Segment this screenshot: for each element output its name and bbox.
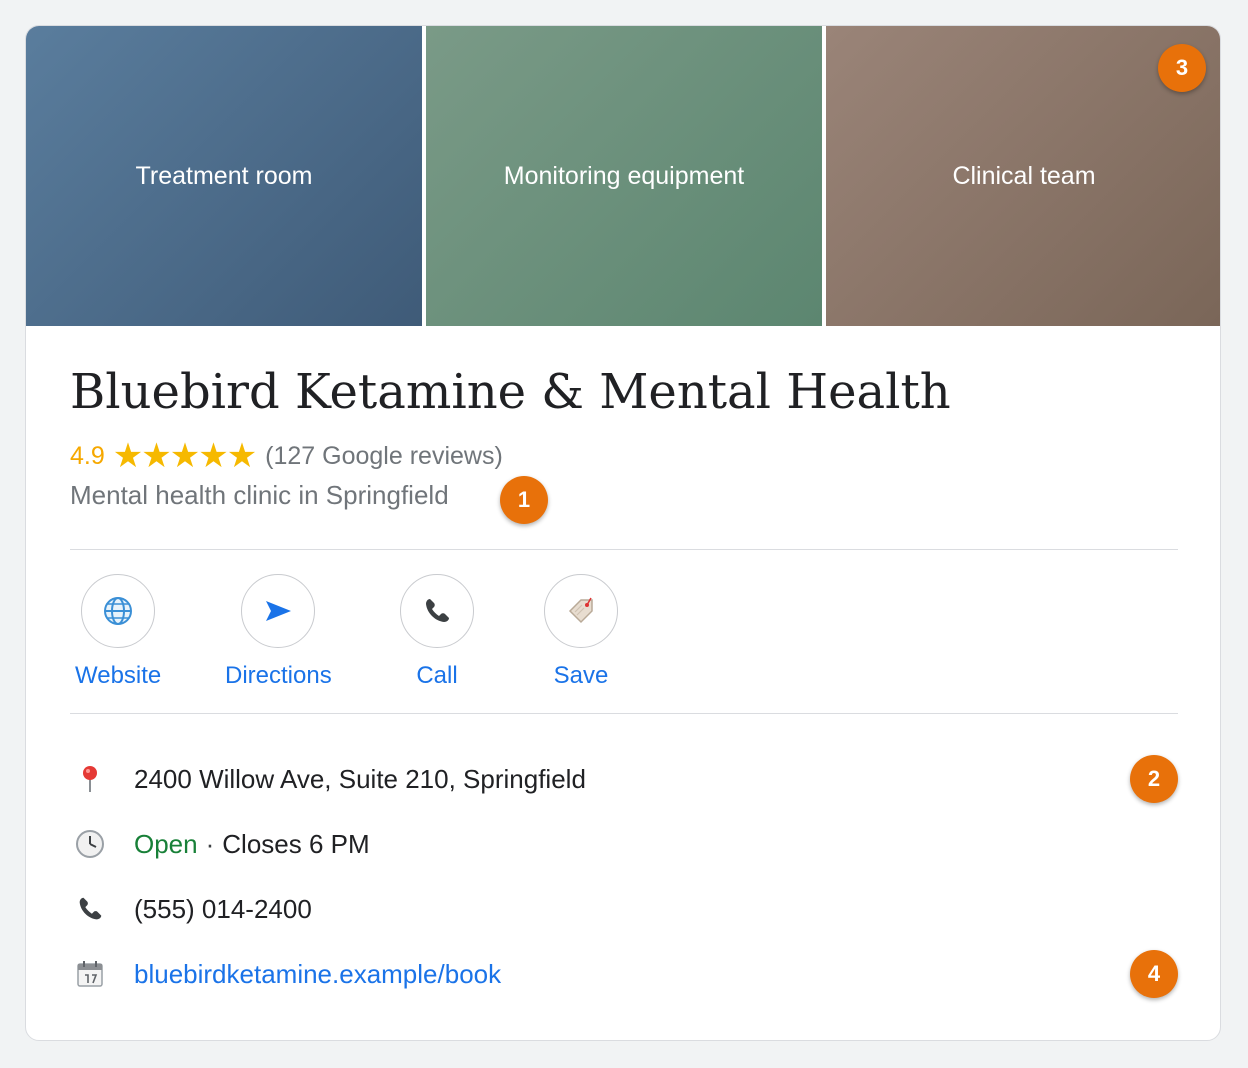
directions-label: Directions (225, 662, 332, 689)
phone-number: (555) 014-2400 (134, 893, 312, 924)
business-category: Mental health clinic in Springfield (70, 480, 449, 510)
photo-label: Treatment room (135, 161, 313, 190)
bookmark-tag-icon (568, 597, 593, 624)
annotation-badge-3: 3 (1158, 44, 1206, 92)
call-label: Call (416, 662, 458, 689)
website-button[interactable]: Website (75, 574, 161, 690)
rating-score: 4.9 (70, 441, 105, 470)
hours-row[interactable]: Open · Closes 6 PM (70, 824, 370, 864)
clock-icon (70, 824, 110, 864)
call-button[interactable]: Call (400, 574, 474, 690)
address-row[interactable]: 2400 Willow Ave, Suite 210, Springfield (70, 759, 586, 799)
photo-strip: Treatment room Monitoring equipment Clin… (26, 26, 1220, 326)
action-circle (241, 574, 316, 648)
star-rating-icon: ★★★★★ (112, 437, 257, 475)
save-label: Save (553, 662, 609, 689)
photo-label: Monitoring equipment (503, 161, 745, 190)
globe-icon (104, 597, 133, 625)
action-circle (81, 574, 156, 648)
booking-link[interactable]: bluebirdketamine.example/book (134, 959, 501, 990)
map-pin-icon (70, 759, 110, 799)
action-circle (400, 574, 474, 648)
calendar-icon (70, 954, 110, 994)
photo-label: Clinical team (952, 161, 1096, 190)
action-circle (544, 574, 618, 648)
directions-arrow-icon (266, 601, 292, 621)
open-status: Open (134, 828, 198, 859)
directions-button[interactable]: Directions (225, 574, 332, 690)
booking-row[interactable]: bluebirdketamine.example/book (70, 954, 501, 994)
hours-separator: · (205, 828, 215, 859)
closing-time: Closes 6 PM (222, 828, 370, 859)
business-panel: Treatment room Monitoring equipment Clin… (25, 25, 1221, 1041)
phone-row[interactable]: (555) 014-2400 (70, 889, 312, 929)
website-label: Website (75, 662, 162, 689)
annotation-badge-1: 1 (500, 476, 548, 524)
phone-icon (426, 599, 449, 622)
address-text: 2400 Willow Ave, Suite 210, Springfield (134, 763, 586, 794)
annotation-badge-4: 4 (1130, 950, 1178, 998)
rating-row: 4.9 ★★★★★ (127 Google reviews) (70, 436, 503, 476)
reviews-link[interactable]: (127 Google reviews) (265, 442, 503, 471)
phone-icon (70, 889, 110, 929)
photo-treatment-room[interactable]: Treatment room (26, 26, 422, 326)
photo-monitoring-equipment[interactable]: Monitoring equipment (426, 26, 822, 326)
divider (70, 549, 1178, 550)
business-name: Bluebird Ketamine & Mental Health (70, 364, 951, 420)
annotation-badge-2: 2 (1130, 755, 1178, 803)
save-button[interactable]: Save (544, 574, 618, 690)
divider (70, 713, 1178, 714)
